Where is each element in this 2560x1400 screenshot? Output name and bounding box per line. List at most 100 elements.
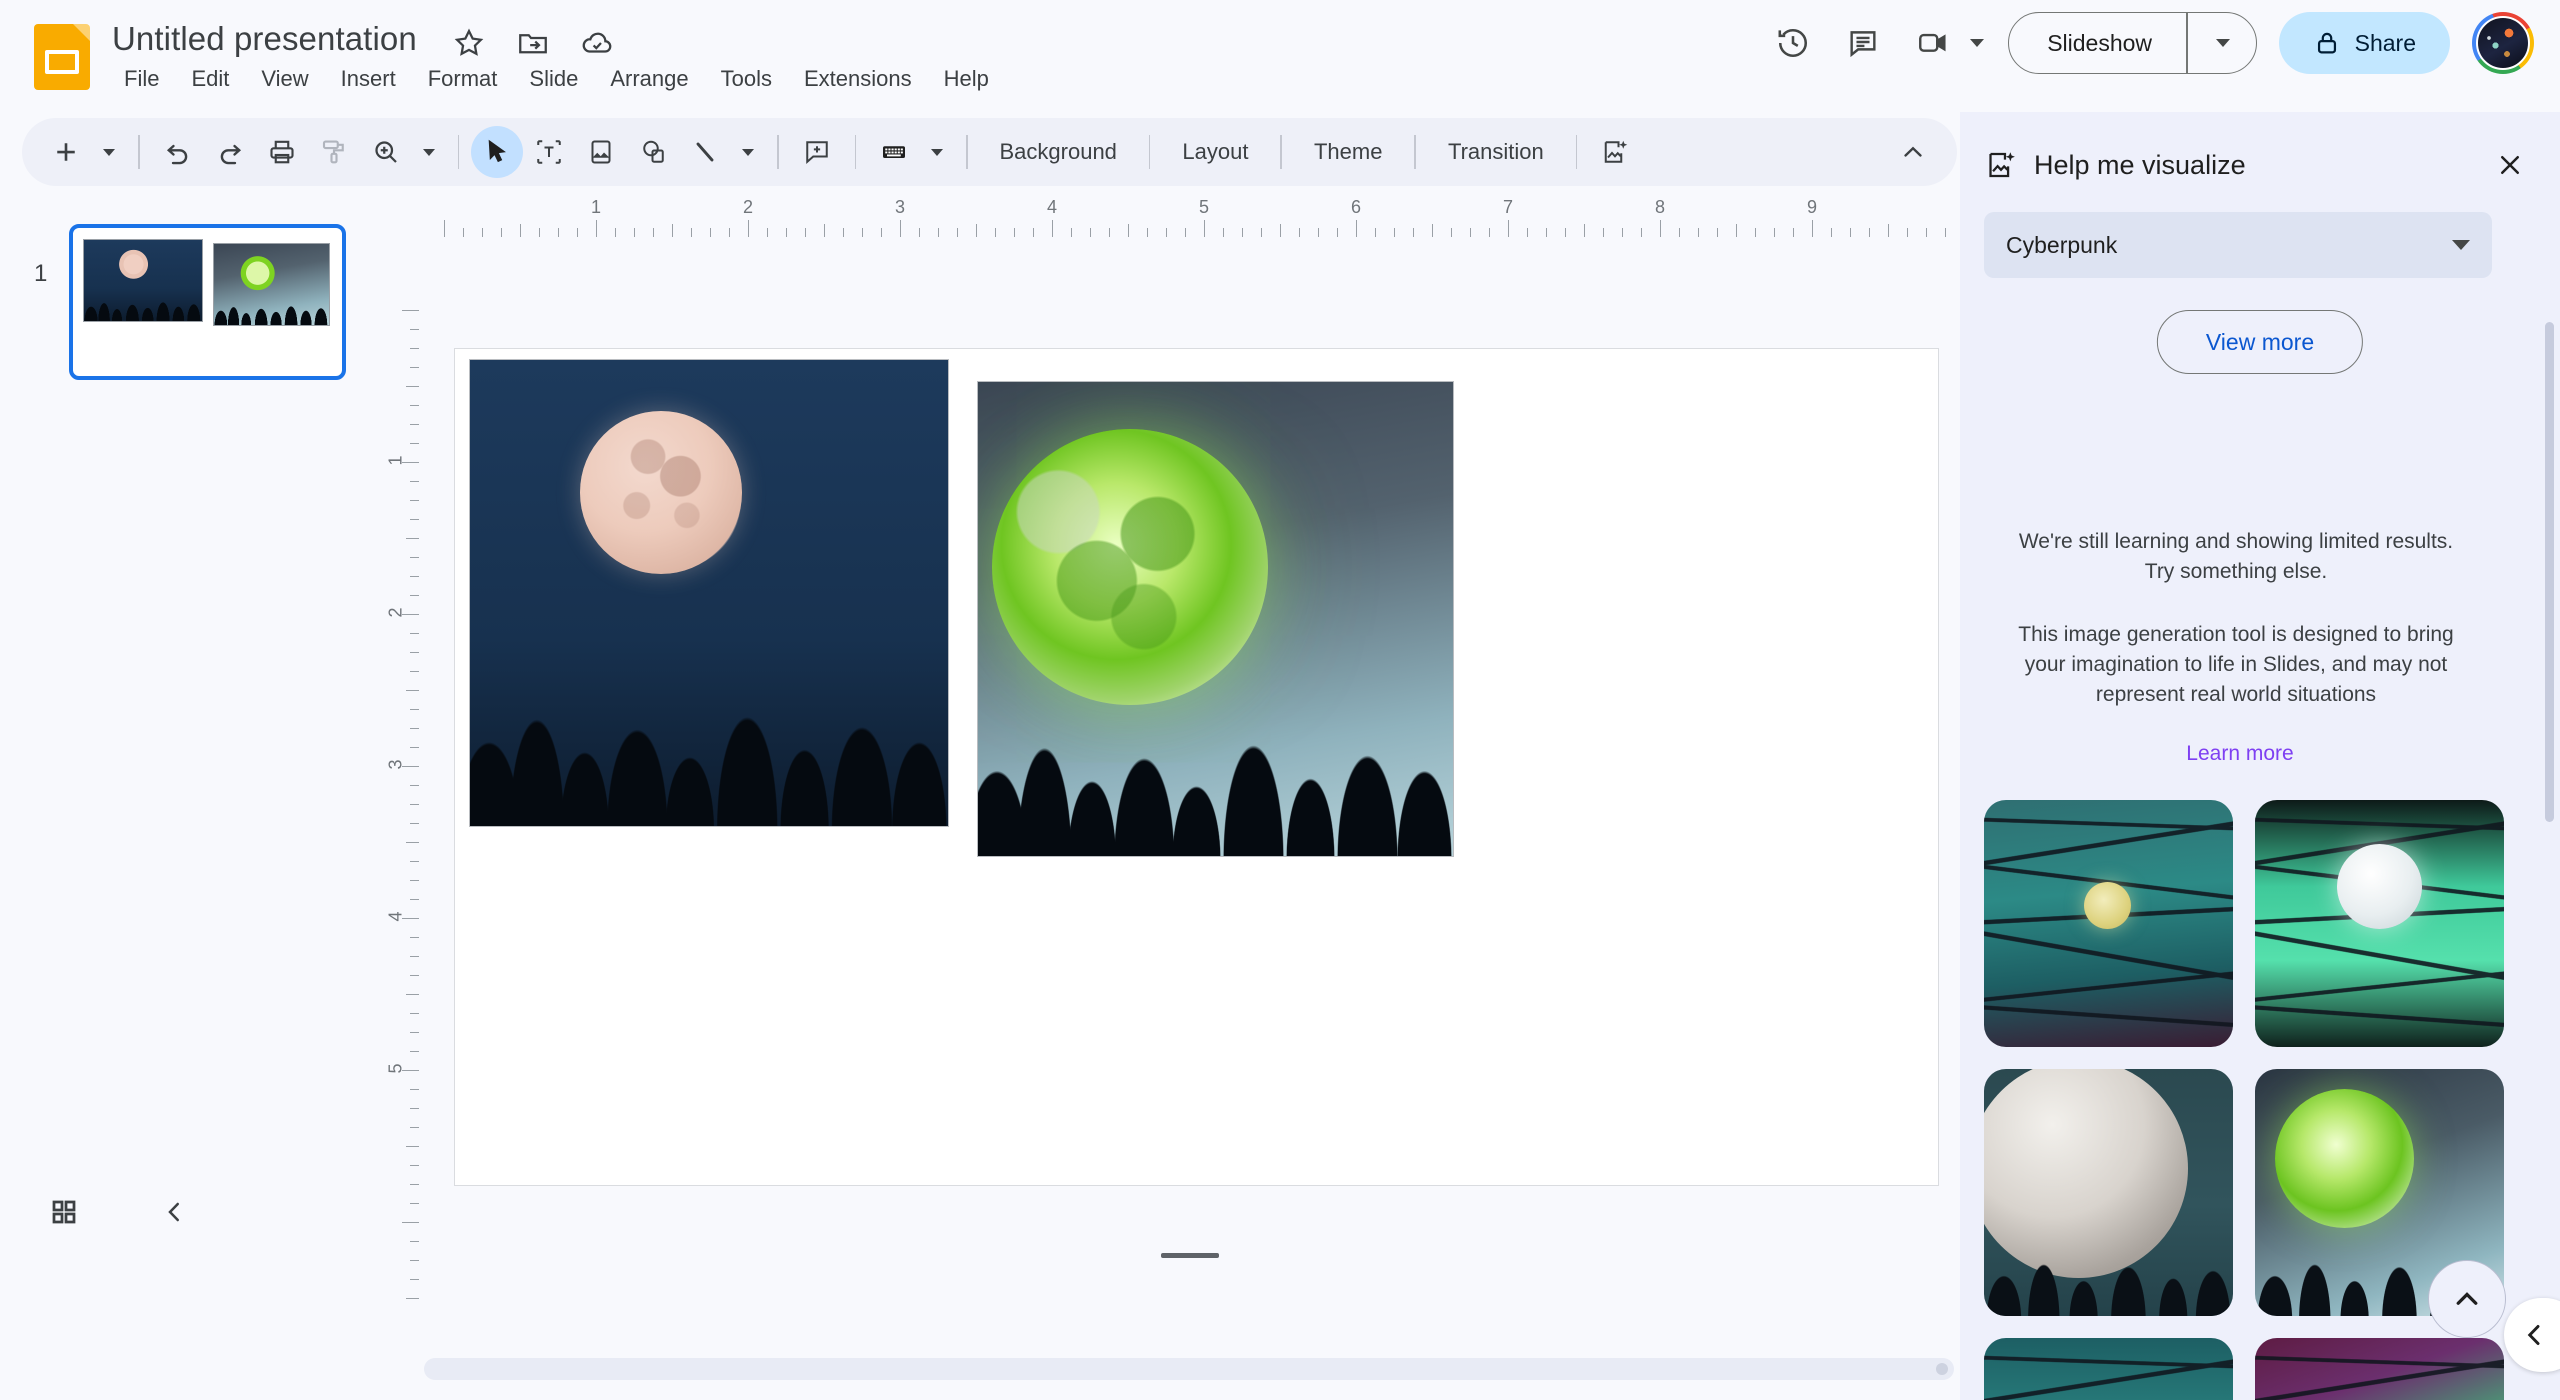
slideshow-button[interactable]: Slideshow — [2009, 13, 2186, 73]
ruler-tick — [410, 1127, 419, 1128]
redo-icon[interactable] — [204, 126, 256, 178]
print-icon[interactable] — [256, 126, 308, 178]
grid-view-icon[interactable] — [34, 1182, 94, 1242]
zoom-icon[interactable] — [360, 126, 412, 178]
slide-editing-surface[interactable] — [454, 348, 1939, 1186]
ruler-tick — [1565, 228, 1566, 237]
menu-item-extensions[interactable]: Extensions — [788, 62, 928, 96]
avatar[interactable] — [2472, 12, 2534, 74]
image-sparkle-icon[interactable] — [1589, 126, 1641, 178]
slideshow-button-group: Slideshow — [2008, 12, 2256, 74]
ruler-tick — [402, 1222, 419, 1223]
page-title[interactable]: Untitled presentation — [112, 20, 417, 58]
comment-add-icon[interactable] — [791, 126, 843, 178]
style-select-value: Cyberpunk — [2006, 232, 2117, 259]
menu-item-file[interactable]: File — [108, 62, 175, 96]
ruler-tick — [1185, 228, 1186, 237]
transition-button[interactable]: Transition — [1428, 131, 1564, 173]
text-box-icon[interactable] — [523, 126, 575, 178]
result-card-3[interactable] — [1984, 1069, 2233, 1316]
horizontal-scrollbar[interactable] — [424, 1358, 1954, 1380]
menu-item-insert[interactable]: Insert — [325, 62, 412, 96]
menu-item-slide[interactable]: Slide — [513, 62, 594, 96]
moon-shape — [2084, 882, 2131, 929]
slide-thumbnail-1[interactable] — [69, 224, 346, 380]
chevron-up-icon — [1899, 138, 1927, 166]
result-card-5[interactable] — [1984, 1338, 2233, 1400]
ruler-tick — [1527, 228, 1528, 237]
collapse-toolbar-button[interactable] — [1887, 126, 1939, 178]
layout-button[interactable]: Layout — [1162, 131, 1268, 173]
chevron-left-icon — [159, 1197, 189, 1227]
result-card-2[interactable] — [2255, 800, 2504, 1047]
slideshow-options-button[interactable] — [2188, 13, 2256, 73]
scroll-to-top-button[interactable] — [2428, 1260, 2506, 1338]
background-button[interactable]: Background — [980, 131, 1137, 173]
version-history-icon[interactable] — [1758, 8, 1828, 78]
zoom-options-caret-icon[interactable] — [412, 126, 446, 178]
input-tools-caret-icon[interactable] — [920, 126, 954, 178]
result-card-1[interactable] — [1984, 800, 2233, 1047]
pink-moon-night-forest-photo[interactable] — [469, 359, 949, 827]
menu-item-help[interactable]: Help — [928, 62, 1005, 96]
paint-format-icon[interactable] — [308, 126, 360, 178]
chevron-left-icon — [2518, 1319, 2550, 1351]
green-moon-pine-forest-image[interactable] — [977, 381, 1454, 857]
vertical-ruler[interactable]: 12345 — [392, 238, 420, 1310]
present-to-meeting-button[interactable] — [1898, 8, 1990, 78]
cloud-saved-icon[interactable] — [580, 26, 614, 60]
ruler-tick — [406, 1146, 419, 1147]
expand-side-panel-tab[interactable] — [2504, 1298, 2560, 1372]
move-to-folder-icon[interactable] — [516, 26, 550, 60]
ruler-tick — [406, 690, 419, 691]
resize-handle[interactable] — [1161, 1253, 1219, 1258]
result-card-6[interactable] — [2255, 1338, 2504, 1400]
ruler-tick — [1014, 228, 1015, 237]
style-select[interactable]: Cyberpunk — [1984, 212, 2492, 278]
toolbar-divider — [855, 135, 857, 169]
input-tools-icon[interactable] — [868, 126, 920, 178]
ruler-tick — [410, 348, 419, 349]
ruler-tick — [1109, 228, 1110, 237]
ruler-tick — [1489, 228, 1490, 237]
horizontal-ruler[interactable]: 123456789 — [420, 196, 1960, 238]
theme-button[interactable]: Theme — [1294, 131, 1402, 173]
share-button[interactable]: Share — [2279, 12, 2450, 74]
star-icon[interactable] — [452, 26, 486, 60]
menu-item-edit[interactable]: Edit — [175, 62, 245, 96]
view-more-button[interactable]: View more — [2157, 310, 2363, 374]
collapse-filmstrip-button[interactable] — [144, 1182, 204, 1242]
ruler-tick — [410, 367, 419, 368]
ruler-tick — [1280, 224, 1281, 237]
undo-icon[interactable] — [152, 126, 204, 178]
ruler-tick — [957, 228, 958, 237]
learn-more-link[interactable]: Learn more — [1960, 742, 2520, 766]
close-icon[interactable] — [2484, 139, 2536, 191]
comment-icon[interactable] — [1828, 8, 1898, 78]
panel-scrollbar[interactable] — [2545, 322, 2554, 822]
ruler-tick — [1470, 228, 1471, 237]
toolbar-divider — [458, 135, 460, 169]
insert-image-icon[interactable] — [575, 126, 627, 178]
line-options-caret-icon[interactable] — [731, 126, 765, 178]
menu-item-tools[interactable]: Tools — [705, 62, 788, 96]
slide-canvas-area[interactable] — [420, 238, 1960, 1310]
ruler-tick — [786, 228, 787, 237]
ruler-tick — [1717, 228, 1718, 237]
select-cursor-icon[interactable] — [471, 126, 523, 178]
ruler-tick — [501, 228, 502, 237]
ruler-tick — [406, 386, 419, 387]
new-slide-options-caret-icon[interactable] — [92, 126, 126, 178]
ruler-tick — [410, 1089, 419, 1090]
ruler-tick — [1261, 228, 1262, 237]
slide-filmstrip: 1 — [0, 196, 390, 1276]
scrollbar-knob[interactable] — [1936, 1363, 1948, 1375]
slides-logo-icon[interactable] — [34, 24, 90, 90]
menu-item-view[interactable]: View — [245, 62, 324, 96]
menu-item-format[interactable]: Format — [412, 62, 514, 96]
menu-item-arrange[interactable]: Arrange — [594, 62, 704, 96]
shape-icon[interactable] — [627, 126, 679, 178]
line-icon[interactable] — [679, 126, 731, 178]
new-slide-icon[interactable] — [40, 126, 92, 178]
ruler-label: 2 — [386, 607, 407, 617]
